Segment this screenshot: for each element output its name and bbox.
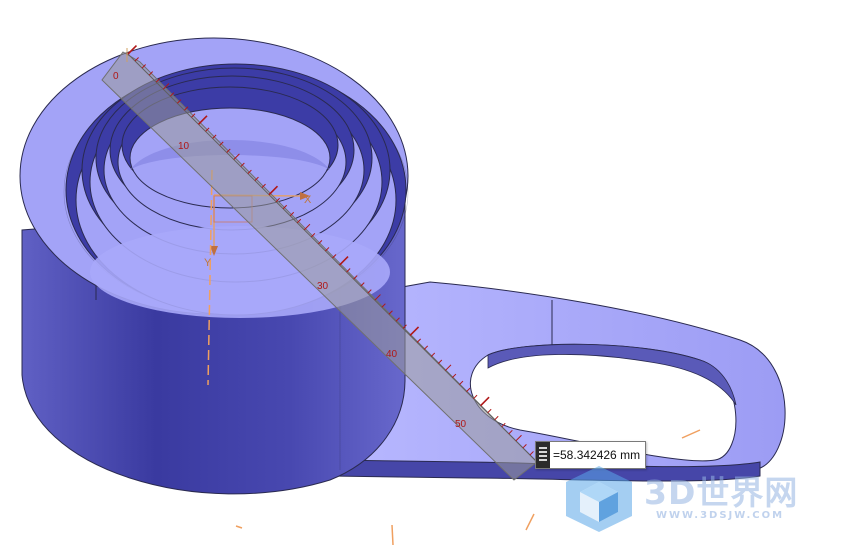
cad-3d-viewport[interactable]: X Y 0 10 30 40 50 =58.342426 mm 3D世界网 WW… [0, 0, 845, 552]
ruler-tick-label-0: 0 [113, 71, 119, 82]
cube-logo-icon [566, 466, 632, 532]
watermark: 3D世界网 WWW.3DSJW.COM [560, 462, 830, 534]
ruler-tick-label-10: 10 [178, 141, 190, 152]
ruler-tick-label-30: 30 [317, 281, 329, 292]
drag-handle-icon[interactable] [536, 442, 550, 468]
ruler-tick-label-50: 50 [455, 419, 467, 430]
watermark-text: 3D世界网 [644, 473, 799, 512]
x-axis-label: X [304, 194, 312, 206]
watermark-url: WWW.3DSJW.COM [656, 510, 785, 521]
ruler-tick-label-40: 40 [386, 349, 398, 360]
